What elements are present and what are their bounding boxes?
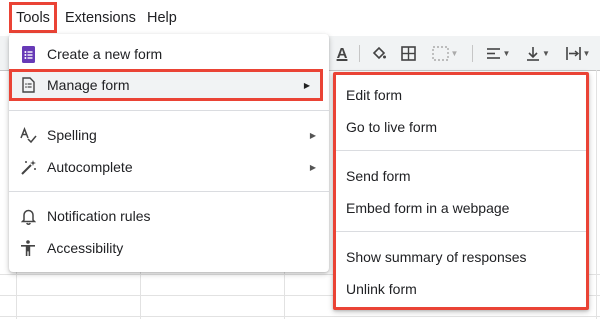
- text-color-glyph: A: [336, 44, 348, 62]
- bell-icon: [18, 206, 38, 226]
- merge-cells-icon[interactable]: ▼: [427, 40, 463, 66]
- submenu-item-unlink-form[interactable]: Unlink form: [346, 273, 417, 305]
- chevron-down-icon: ▼: [502, 48, 511, 58]
- borders-icon[interactable]: [398, 40, 418, 66]
- spelling-icon: [18, 125, 38, 145]
- submenu-item-edit-form[interactable]: Edit form: [346, 79, 402, 111]
- forms-icon: [18, 44, 38, 64]
- menu-item-label: Manage form: [47, 77, 130, 93]
- menu-item-label: Create a new form: [47, 46, 163, 62]
- chevron-down-icon: ▼: [582, 48, 591, 58]
- submenu-arrow-icon: ▶: [309, 130, 316, 140]
- submenu-arrow-icon: ▶: [309, 162, 316, 172]
- menu-extensions[interactable]: Extensions: [65, 0, 136, 34]
- menu-item-label: Spelling: [47, 127, 97, 143]
- menu-item-create-new-form[interactable]: Create a new form: [9, 38, 329, 70]
- autocomplete-icon: [18, 157, 38, 177]
- toolbar-divider: [359, 45, 360, 62]
- text-color-button[interactable]: A: [332, 40, 352, 66]
- submenu-item-go-to-live-form[interactable]: Go to live form: [346, 111, 437, 143]
- menu-divider: [9, 110, 329, 111]
- menu-item-label: Autocomplete: [47, 159, 133, 175]
- chevron-down-icon: ▼: [542, 48, 550, 58]
- submenu-arrow-icon: ▶: [303, 80, 310, 90]
- submenu-item-show-summary[interactable]: Show summary of responses: [346, 241, 527, 273]
- fill-color-icon[interactable]: [369, 40, 389, 66]
- accessibility-icon: [18, 238, 38, 258]
- menu-item-manage-form[interactable]: Manage form ▶: [9, 69, 323, 101]
- vertical-align-icon[interactable]: ▼: [521, 40, 555, 66]
- manage-form-icon: [18, 75, 38, 95]
- manage-form-submenu: Edit form Go to live form Send form Embe…: [333, 72, 589, 310]
- text-wrap-icon[interactable]: ▼: [561, 40, 595, 66]
- menu-item-label: Accessibility: [47, 240, 124, 256]
- menu-item-autocomplete[interactable]: Autocomplete ▶: [9, 151, 329, 183]
- menu-divider: [9, 191, 329, 192]
- menu-divider: [336, 231, 586, 232]
- menu-item-spelling[interactable]: Spelling ▶: [9, 119, 329, 151]
- tools-menu: Create a new form Manage form ▶ Spelling…: [9, 34, 329, 272]
- toolbar-divider: [472, 45, 473, 62]
- chevron-down-icon: ▼: [450, 48, 459, 58]
- menu-item-accessibility[interactable]: Accessibility: [9, 232, 329, 264]
- menu-item-label: Notification rules: [47, 208, 151, 224]
- grid-line: [596, 70, 597, 319]
- menu-help[interactable]: Help: [147, 0, 177, 34]
- menu-item-notification-rules[interactable]: Notification rules: [9, 200, 329, 232]
- submenu-item-send-form[interactable]: Send form: [346, 160, 411, 192]
- menu-tools[interactable]: Tools: [9, 2, 57, 33]
- menu-divider: [336, 150, 586, 151]
- horizontal-align-icon[interactable]: ▼: [481, 40, 515, 66]
- submenu-item-embed-form[interactable]: Embed form in a webpage: [346, 192, 509, 224]
- grid-line: [0, 316, 600, 317]
- menubar: Tools Extensions Help: [0, 0, 600, 34]
